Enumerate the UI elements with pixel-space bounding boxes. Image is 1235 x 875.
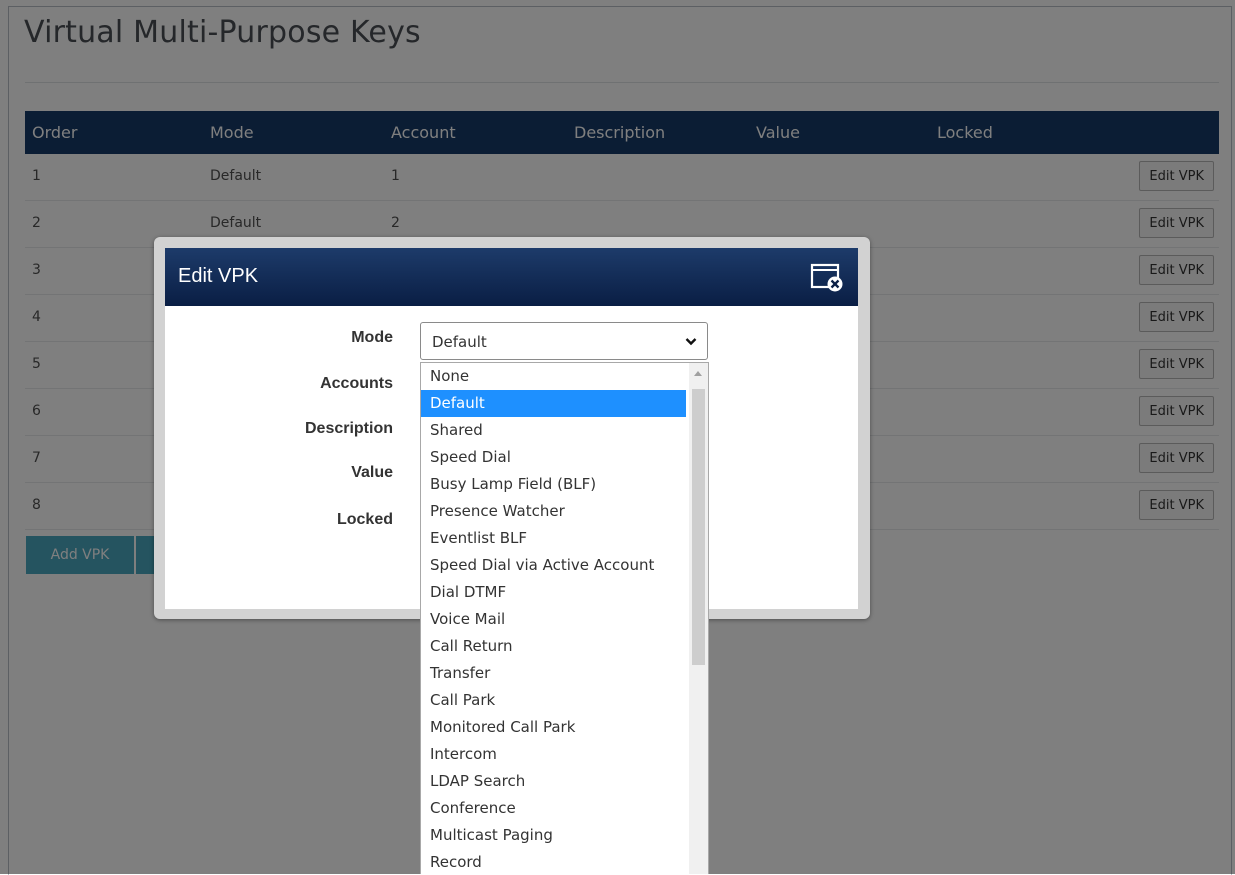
option-call-return[interactable]: Call Return (421, 633, 708, 660)
option-shared[interactable]: Shared (421, 417, 708, 444)
mode-select[interactable]: Default (420, 322, 708, 360)
scrollbar-thumb[interactable] (692, 389, 705, 665)
description-label: Description (304, 420, 393, 437)
option-none[interactable]: None (421, 363, 708, 390)
option-presence-watcher[interactable]: Presence Watcher (421, 498, 708, 525)
option-monitored-call-park[interactable]: Monitored Call Park (421, 714, 708, 741)
option-speed-dial-active-account[interactable]: Speed Dial via Active Account (421, 552, 708, 579)
modal-title: Edit VPK (178, 265, 259, 287)
chevron-down-icon (685, 338, 697, 346)
scroll-up-arrow-icon[interactable] (694, 371, 702, 376)
option-default[interactable]: Default (421, 390, 686, 417)
accounts-label: Accounts (320, 375, 393, 392)
option-record[interactable]: Record (421, 849, 708, 874)
option-call-park[interactable]: Call Park (421, 687, 708, 714)
option-transfer[interactable]: Transfer (421, 660, 708, 687)
locked-label: Locked (336, 511, 393, 528)
option-voice-mail[interactable]: Voice Mail (421, 606, 708, 633)
modal-header: Edit VPK (165, 248, 858, 306)
mode-label: Mode (351, 329, 393, 346)
mode-select-value: Default (432, 333, 487, 351)
option-intercom[interactable]: Intercom (421, 741, 708, 768)
option-eventlist-blf[interactable]: Eventlist BLF (421, 525, 708, 552)
mode-dropdown-list[interactable]: None Default Shared Speed Dial Busy Lamp… (420, 362, 709, 874)
close-window-icon[interactable] (810, 262, 844, 292)
option-speed-dial[interactable]: Speed Dial (421, 444, 708, 471)
option-multicast-paging[interactable]: Multicast Paging (421, 822, 708, 849)
dropdown-scrollbar[interactable] (689, 363, 708, 874)
option-conference[interactable]: Conference (421, 795, 708, 822)
value-label: Value (351, 464, 393, 481)
option-blf[interactable]: Busy Lamp Field (BLF) (421, 471, 708, 498)
option-dial-dtmf[interactable]: Dial DTMF (421, 579, 708, 606)
option-ldap-search[interactable]: LDAP Search (421, 768, 708, 795)
